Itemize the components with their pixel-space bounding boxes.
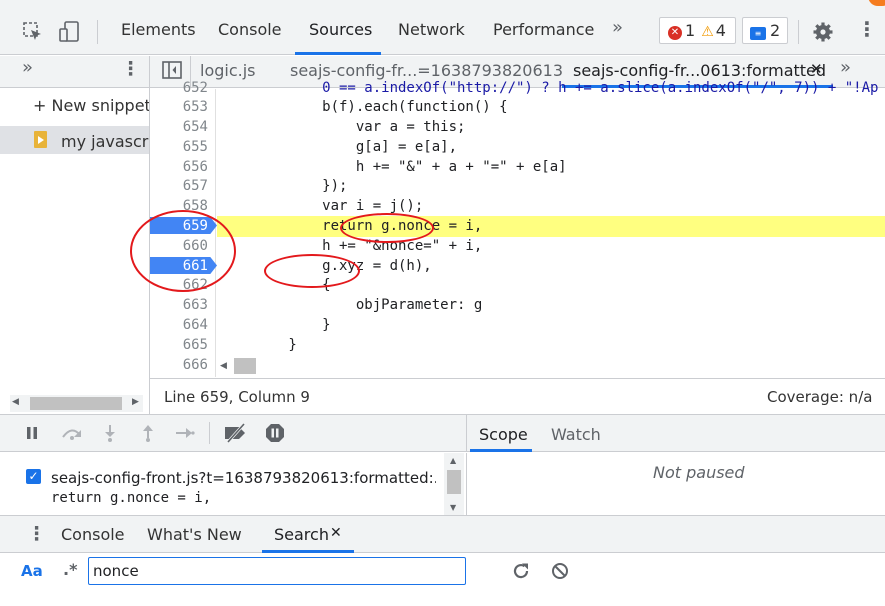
drawer-menu-kebab-icon[interactable]: ⋮ [27,523,46,545]
search-input[interactable] [88,557,466,585]
inspect-element-icon[interactable] [23,22,43,46]
code-scroll-left-arrow-icon[interactable]: ◀ [220,361,227,371]
scope-tab-indicator [470,449,532,452]
editor-tab-seajs-config-formatted[interactable]: seajs-config-fr...0613:formatted [573,61,826,80]
breakpoint-code-snippet[interactable]: return g.nonce = i, [51,490,211,506]
scroll-up-arrow-icon[interactable]: ▲ [450,456,456,465]
code-lines[interactable]: 0 == a.indexOf("http://") ? h += a.slice… [217,80,885,357]
issues-badge[interactable]: ✕ 1 ⚠ 4 [659,17,736,44]
tab-performance[interactable]: Performance [493,20,594,39]
line-number[interactable]: 653 [150,99,208,115]
scope-watch-tabbar [466,414,885,452]
editor-more-tabs-chevron-icon[interactable]: » [840,57,851,78]
debugger-toolbar-divider [209,422,210,444]
code-line: 0 == a.indexOf("http://") ? h += a.slice… [221,80,879,96]
error-count: 1 [685,21,696,40]
code-line: }); [221,178,348,194]
code-scroll-thumb[interactable] [234,358,256,374]
line-number[interactable]: 665 [150,337,208,353]
line-number[interactable]: 652 [150,80,208,96]
drawer-tab-search[interactable]: Search [274,525,329,544]
active-tab-indicator [295,52,381,55]
message-count: 2 [770,21,781,40]
toolbar-divider [798,20,799,44]
pause-on-exceptions-icon[interactable] [265,423,285,447]
refresh-icon[interactable] [512,562,530,584]
tab-watch[interactable]: Watch [551,425,601,444]
close-search-tab-icon[interactable]: ✕ [330,525,342,541]
new-snippet-button[interactable]: + New snippet [33,96,149,115]
pause-icon[interactable] [25,426,39,444]
tab-console[interactable]: Console [218,20,282,39]
cursor-position[interactable]: Line 659, Column 9 [164,388,310,406]
drawer-tabbar [0,515,885,553]
code-line: objParameter: g [221,297,483,313]
warning-count: 4 [715,21,726,40]
navigator-menu-kebab-icon[interactable]: ⋮ [121,58,140,80]
not-paused-message: Not paused [653,463,745,482]
line-number[interactable]: 657 [150,178,208,194]
deactivate-breakpoints-icon[interactable] [223,423,249,447]
annotation-circle-nonce [340,213,434,243]
scroll-down-arrow-icon[interactable]: ▼ [450,503,456,512]
breakpoints-scroll-thumb[interactable] [447,470,461,494]
navigator-more-chevron-icon[interactable]: » [22,57,33,78]
messages-badge[interactable]: ≡ 2 [742,17,788,44]
scroll-left-arrow-icon[interactable]: ◀ [12,397,19,407]
coverage-status[interactable]: Coverage: n/a [767,388,872,406]
code-line: } [221,317,331,333]
clear-search-icon[interactable] [551,562,569,584]
line-number[interactable]: 666 [150,357,208,373]
device-toolbar-icon[interactable] [58,21,80,47]
message-icon: ≡ [750,27,766,40]
warning-icon: ⚠ [701,24,714,40]
more-tabs-chevron-icon[interactable]: » [612,17,623,38]
scroll-right-arrow-icon[interactable]: ▶ [132,397,139,407]
snippet-name: my javascrip [61,132,149,151]
step-into-icon[interactable] [103,424,117,446]
panel-divider [466,453,467,515]
drawer-tab-console[interactable]: Console [61,525,125,544]
navigator-scroll-thumb[interactable] [30,397,122,410]
step-over-icon[interactable] [60,425,84,445]
line-number[interactable]: 663 [150,297,208,313]
tab-elements[interactable]: Elements [121,20,196,39]
code-line: g[a] = e[a], [221,139,458,155]
settings-gear-icon[interactable] [812,21,834,47]
close-tab-icon[interactable]: ✕ [810,60,823,78]
code-line: h += "&" + a + "=" + e[a] [221,159,567,175]
annotation-circle-xyz [264,254,360,288]
search-tab-indicator [262,550,354,553]
regex-toggle[interactable]: .* [63,560,77,579]
line-number[interactable]: 654 [150,119,208,135]
customize-menu-kebab-icon[interactable]: ⋮ [857,19,877,39]
line-number[interactable]: 664 [150,317,208,333]
step-icon[interactable] [175,426,195,444]
step-out-icon[interactable] [141,424,155,446]
annotation-circle-gutter [130,210,236,292]
tab-sources[interactable]: Sources [309,20,372,39]
tab-network[interactable]: Network [398,20,465,39]
breakpoint-location[interactable]: seajs-config-front.js?t=1638793820613:fo… [51,469,436,487]
tab-scope[interactable]: Scope [479,425,528,444]
code-line: } [221,337,297,353]
code-horizontal-scrollbar[interactable] [216,357,885,375]
breakpoint-checkbox[interactable]: ✓ [26,469,41,484]
snippet-file-icon [34,131,47,148]
line-number[interactable]: 656 [150,159,208,175]
code-line: var a = this; [221,119,466,135]
code-line: var i = j(); [221,198,424,214]
drawer-tab-whats-new[interactable]: What's New [147,525,242,544]
match-case-toggle[interactable]: Aa [21,562,43,580]
editor-tab-seajs-config[interactable]: seajs-config-fr...=1638793820613 [290,61,563,80]
line-number[interactable]: 655 [150,139,208,155]
error-icon: ✕ [668,26,682,40]
editor-tab-logic-js[interactable]: logic.js [200,61,256,80]
code-line: h += "&nonce=" + i, [221,238,483,254]
code-line: b(f).each(function() { [221,99,508,115]
toolbar-divider [97,20,98,44]
